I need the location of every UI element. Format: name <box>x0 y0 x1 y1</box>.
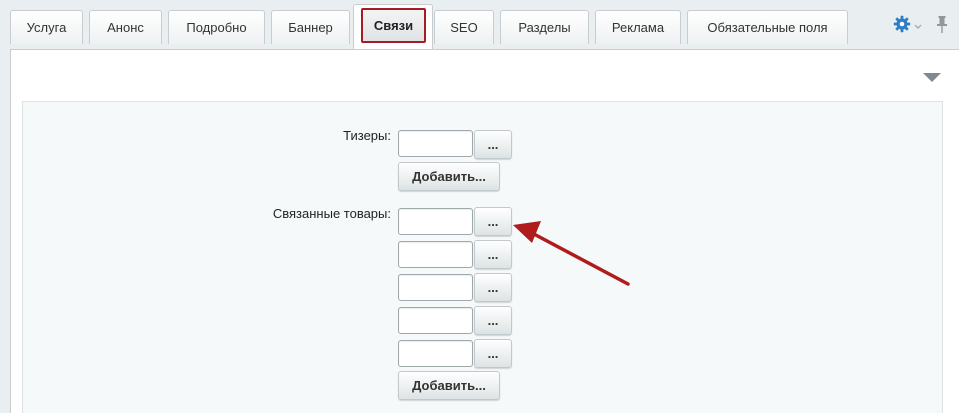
related-input-3[interactable] <box>398 274 473 301</box>
tab-banner[interactable]: Баннер <box>271 10 350 44</box>
related-browse-button-3[interactable]: ... <box>474 273 512 302</box>
tab-label: Услуга <box>26 20 67 35</box>
related-input-2[interactable] <box>398 241 473 268</box>
related-input-4[interactable] <box>398 307 473 334</box>
triangle-down-icon <box>922 72 942 87</box>
tab-announce[interactable]: Анонс <box>89 10 162 44</box>
related-add-button[interactable]: Добавить... <box>398 371 500 400</box>
tab-label: Обязательные поля <box>707 20 828 35</box>
teasers-add-button[interactable]: Добавить... <box>398 162 500 191</box>
teaser-browse-button[interactable]: ... <box>474 130 512 159</box>
pin-icon <box>935 16 949 38</box>
chevron-down-icon <box>911 18 922 33</box>
tab-service[interactable]: Услуга <box>10 10 83 44</box>
tab-label: Реклама <box>611 20 665 35</box>
settings-button[interactable] <box>893 15 922 36</box>
tab-label: Связи <box>373 18 414 33</box>
teasers-label-wrap: Тизеры: <box>0 128 391 144</box>
related-browse-button-2[interactable]: ... <box>474 240 512 269</box>
related-browse-button-4[interactable]: ... <box>474 306 512 335</box>
teaser-input-1[interactable] <box>398 130 473 157</box>
related-browse-button-1[interactable]: ... <box>474 207 512 236</box>
tab-advertising[interactable]: Реклама <box>595 10 681 44</box>
related-products-label: Связанные товары: <box>272 206 391 221</box>
tab-seo[interactable]: SEO <box>434 10 494 44</box>
tab-label: Баннер <box>288 20 333 35</box>
collapse-toggle[interactable] <box>922 72 942 84</box>
tab-links[interactable]: Связи <box>361 8 426 43</box>
gear-icon <box>893 15 911 36</box>
related-input-1[interactable] <box>398 208 473 235</box>
tab-details[interactable]: Подробно <box>168 10 265 44</box>
teasers-label: Тизеры: <box>343 128 391 143</box>
tab-sections[interactable]: Разделы <box>500 10 589 44</box>
tab-required-fields[interactable]: Обязательные поля <box>687 10 848 44</box>
tab-label: Разделы <box>518 20 571 35</box>
related-label-wrap: Связанные товары: <box>0 206 391 222</box>
tab-bar: Услуга Анонс Подробно Баннер Связи SEO Р… <box>0 0 959 50</box>
pin-button[interactable] <box>935 15 951 35</box>
related-browse-button-5[interactable]: ... <box>474 339 512 368</box>
tab-label: Подробно <box>186 20 247 35</box>
tab-label: SEO <box>450 20 478 35</box>
related-input-5[interactable] <box>398 340 473 367</box>
tab-label: Анонс <box>107 20 144 35</box>
